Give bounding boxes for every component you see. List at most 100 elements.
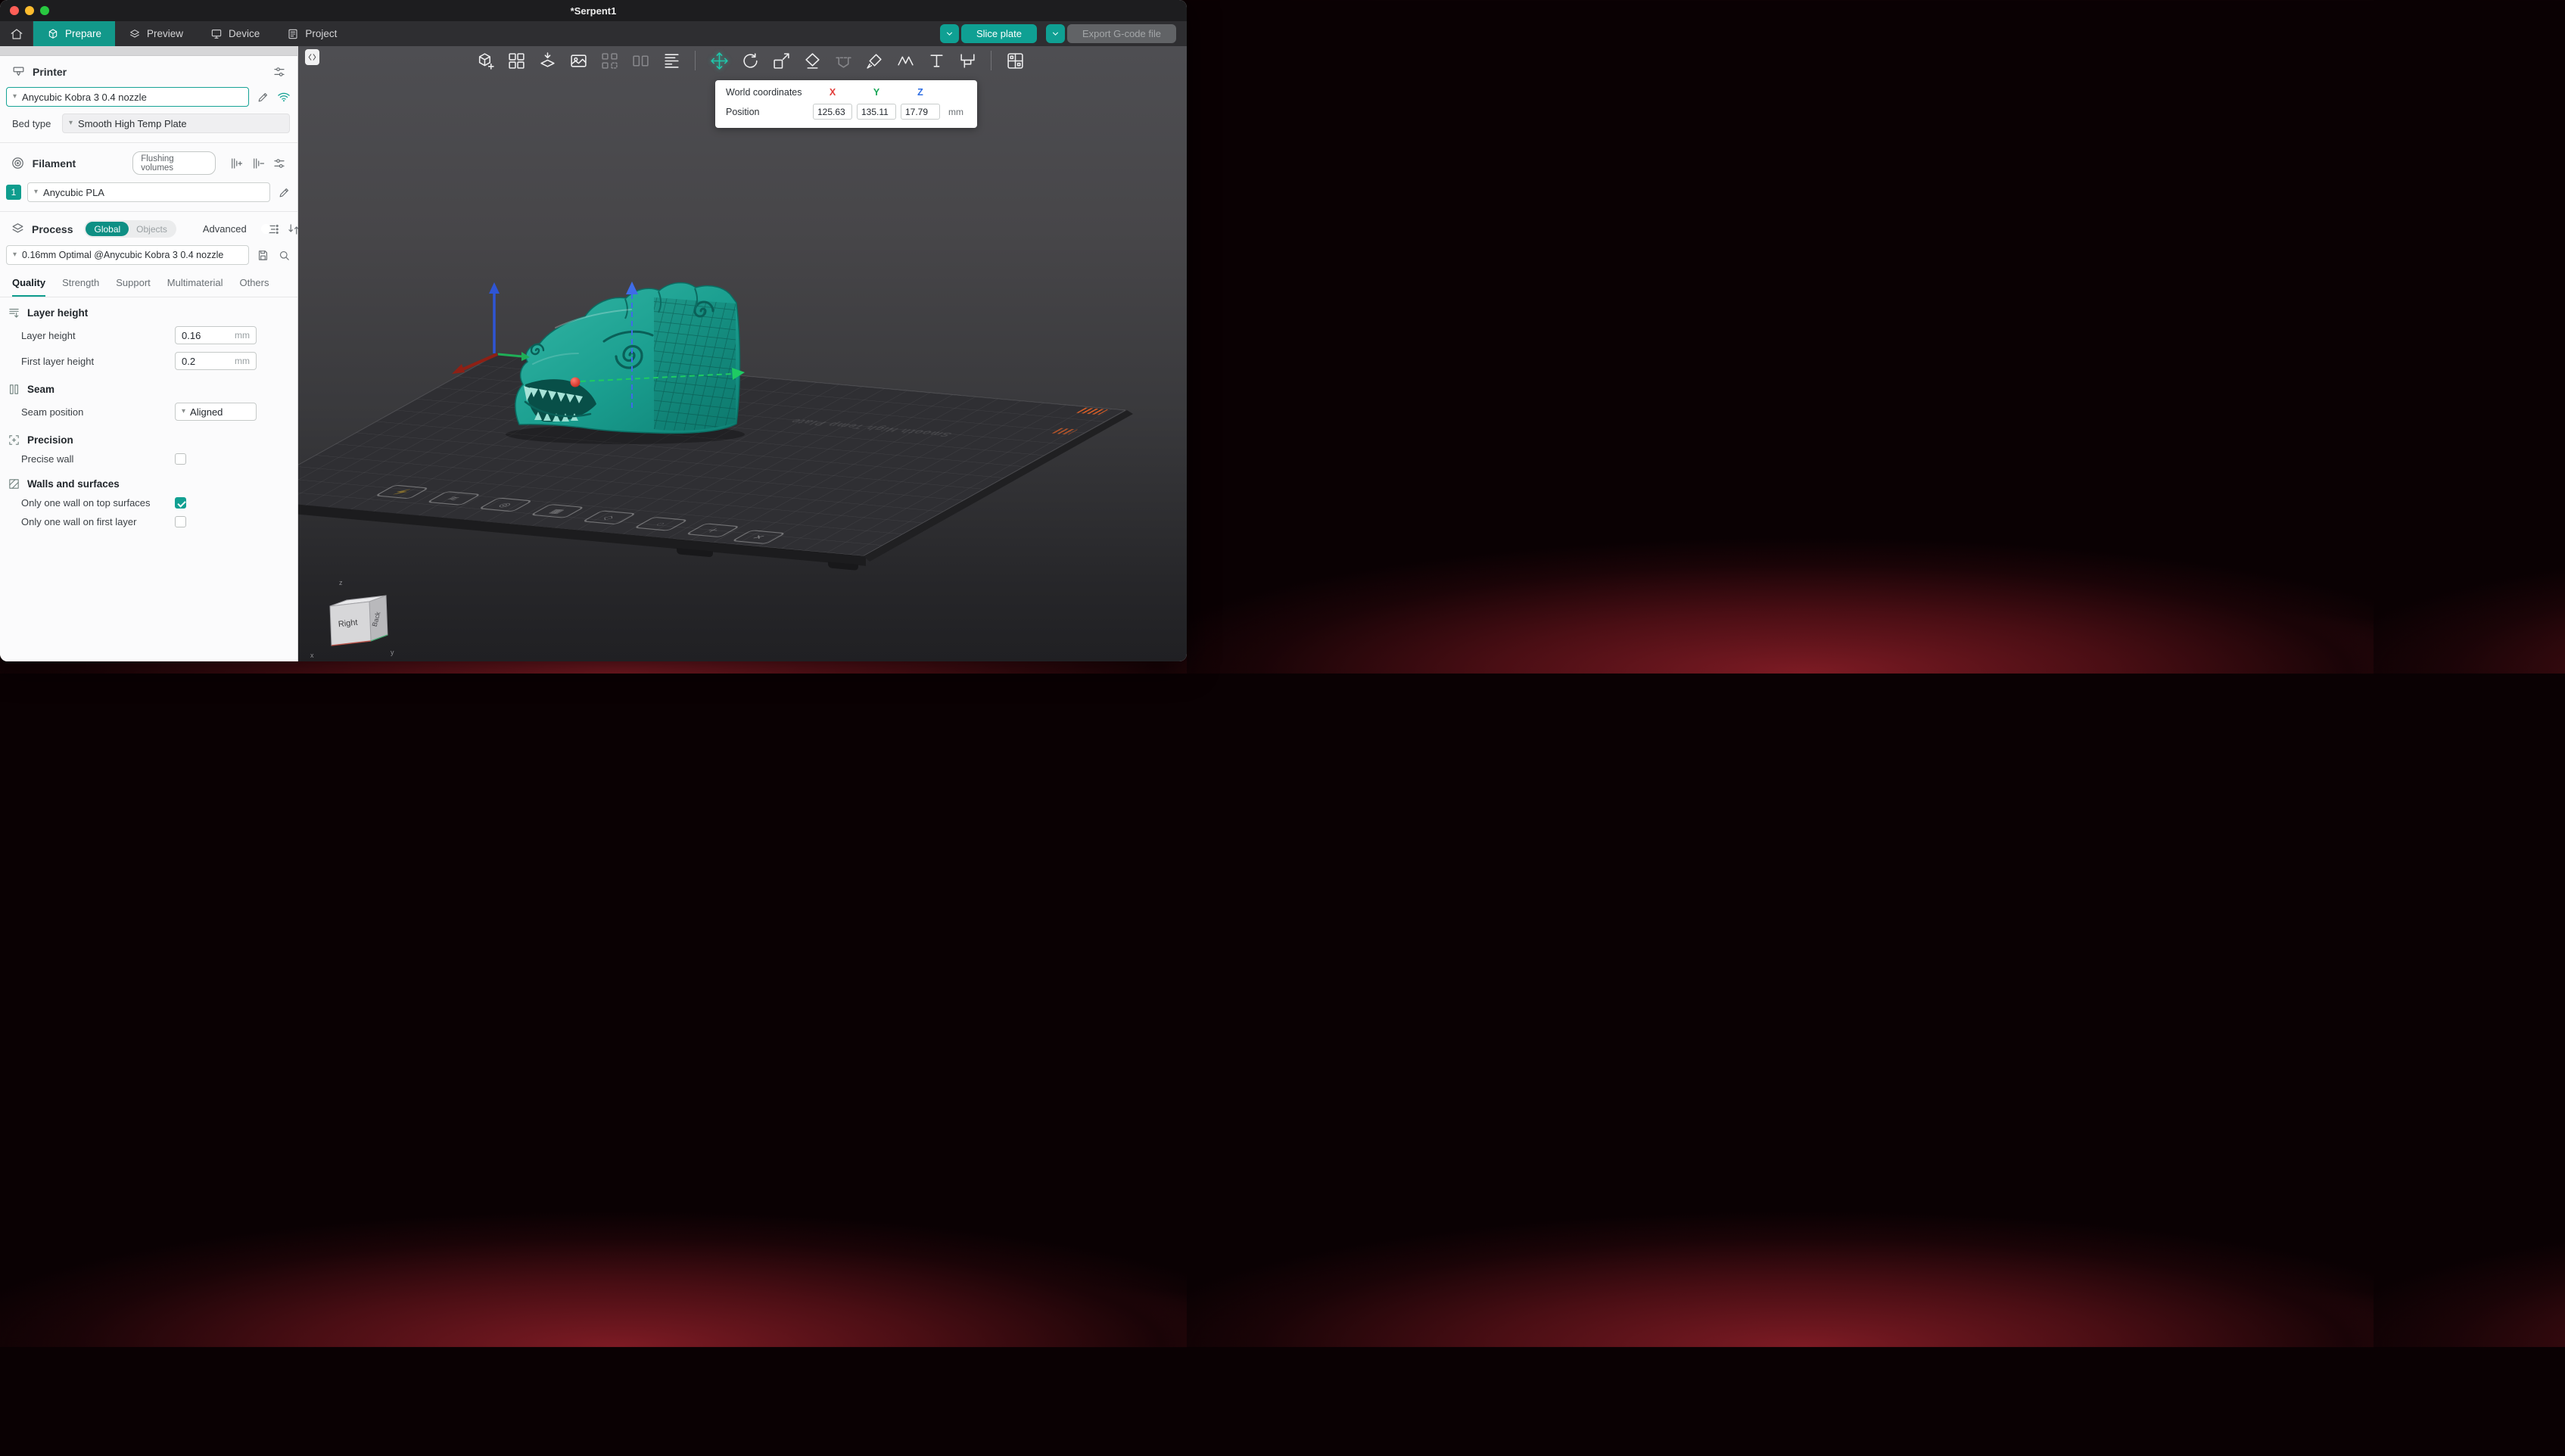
setting-row: Precise wall: [0, 450, 297, 468]
layer-height-icon: [8, 306, 20, 319]
bed-type-select[interactable]: ▾ Smooth High Temp Plate: [62, 114, 290, 133]
seam-icon: [8, 383, 20, 396]
split-plate-icon[interactable]: [630, 51, 650, 70]
zoom-button[interactable]: [40, 6, 49, 15]
setting-row: Only one wall on top surfaces: [0, 493, 297, 512]
add-filament-icon[interactable]: [229, 156, 244, 171]
chevron-down-icon: ▾: [182, 408, 185, 415]
plate-watermark: Smooth High Temp Plate: [786, 417, 956, 437]
tab-quality[interactable]: Quality: [12, 277, 45, 297]
support-paint-icon[interactable]: [864, 51, 884, 70]
setting-row: Seam position ▾Aligned: [0, 399, 297, 425]
wave-stamp: ≋: [426, 491, 481, 506]
close-button[interactable]: [10, 6, 19, 15]
lay-on-face-icon[interactable]: [802, 51, 822, 70]
one-wall-first-layer-checkbox[interactable]: [175, 516, 186, 527]
add-object-icon[interactable]: [475, 51, 495, 70]
edit-printer-icon[interactable]: [255, 89, 270, 104]
export-gcode-button[interactable]: Export G-code file: [1067, 24, 1176, 43]
cut-tool-icon[interactable]: [833, 51, 853, 70]
scale-tool-icon[interactable]: [771, 51, 791, 70]
one-wall-top-checkbox[interactable]: [175, 497, 186, 509]
axis-x-label: X: [811, 87, 854, 98]
position-x-input[interactable]: [813, 104, 852, 120]
remove-filament-icon[interactable]: [251, 156, 266, 171]
diamond-stamp: ◇: [582, 510, 637, 524]
wifi-icon[interactable]: [276, 89, 291, 104]
assembly-view-icon[interactable]: [1005, 51, 1025, 70]
window-title: *Serpent1: [571, 5, 617, 17]
walls-surfaces-icon: [8, 478, 20, 490]
slice-dropdown-button[interactable]: [940, 24, 959, 43]
search-settings-icon[interactable]: [276, 247, 291, 263]
process-scope-segment: Global Objects: [84, 220, 176, 238]
group-title: Seam: [27, 384, 54, 395]
tab-prepare[interactable]: Prepare: [33, 21, 115, 46]
layer-height-input[interactable]: [182, 330, 225, 341]
x-stamp: ✕: [731, 530, 786, 544]
tab-preview[interactable]: Preview: [115, 21, 197, 46]
printer-section-title: Printer: [33, 66, 67, 78]
export-dropdown-button[interactable]: [1046, 24, 1065, 43]
tab-multimaterial[interactable]: Multimaterial: [167, 277, 223, 297]
filament-slot-badge: 1: [6, 185, 21, 200]
setting-row: First layer height mm: [0, 348, 297, 374]
filament-select[interactable]: ▾ Anycubic PLA: [27, 182, 270, 202]
fill-plate-icon[interactable]: [599, 51, 619, 70]
move-tool-icon[interactable]: [709, 51, 729, 70]
position-y-input[interactable]: [857, 104, 896, 120]
purge-lines: [1052, 428, 1078, 435]
cube-axis-z: z: [339, 579, 343, 586]
variable-layer-height-icon[interactable]: [661, 51, 681, 70]
measure-tool-icon[interactable]: [957, 51, 977, 70]
process-layers-icon: [11, 222, 25, 237]
slice-plate-button[interactable]: Slice plate: [961, 24, 1037, 43]
cube-axis-x: x: [310, 652, 314, 659]
precise-wall-checkbox[interactable]: [175, 453, 186, 465]
tab-others[interactable]: Others: [239, 277, 269, 297]
sidebar-top-strip: [0, 46, 297, 56]
toolbar-separator: [695, 51, 696, 70]
viewport-3d[interactable]: World coordinates X Y Z Position mm ⚡ ≋ …: [298, 46, 1187, 661]
flushing-volumes-button[interactable]: Flushing volumes: [132, 151, 216, 175]
seam-paint-icon[interactable]: [895, 51, 915, 70]
tab-project[interactable]: Project: [273, 21, 350, 46]
unit-label: mm: [942, 107, 967, 117]
tab-device[interactable]: Device: [197, 21, 273, 46]
first-layer-height-input[interactable]: [182, 356, 225, 367]
segment-global[interactable]: Global: [86, 222, 129, 236]
minimize-button[interactable]: [25, 6, 34, 15]
tab-support[interactable]: Support: [116, 277, 151, 297]
lightning-stamp: ⚡: [375, 484, 430, 499]
segment-objects[interactable]: Objects: [129, 222, 175, 236]
filament-settings-icon[interactable]: [272, 156, 287, 171]
axis-y-label: Y: [854, 87, 898, 98]
printer-select[interactable]: ▾ Anycubic Kobra 3 0.4 nozzle: [6, 87, 249, 107]
slice-group: Slice plate: [940, 24, 1037, 43]
rotate-tool-icon[interactable]: [740, 51, 760, 70]
save-preset-icon[interactable]: [255, 247, 270, 263]
sidebar-collapse-handle[interactable]: [305, 49, 319, 65]
home-button[interactable]: [0, 21, 33, 46]
traffic-lights: [10, 6, 49, 15]
add-image-icon[interactable]: [568, 51, 588, 70]
text-tool-icon[interactable]: [926, 51, 946, 70]
edit-filament-icon[interactable]: [276, 185, 291, 200]
cross-stamp: ＋: [685, 523, 740, 537]
process-preset-select[interactable]: ▾ 0.16mm Optimal @Anycubic Kobra 3 0.4 n…: [6, 245, 249, 265]
tab-strength[interactable]: Strength: [62, 277, 99, 297]
scene-overlay: [298, 46, 1187, 661]
chevron-down-icon: ▾: [13, 93, 17, 101]
position-z-input[interactable]: [901, 104, 940, 120]
printer-settings-icon[interactable]: [272, 64, 287, 79]
chevron-down-icon: [1051, 29, 1060, 39]
purge-lines: [1076, 408, 1108, 415]
navigation-cube[interactable]: Right Back z x y: [306, 576, 397, 661]
arrange-icon[interactable]: [506, 51, 526, 70]
titlebar: *Serpent1: [0, 0, 1187, 21]
seam-position-select[interactable]: ▾Aligned: [175, 403, 257, 421]
auto-orient-icon[interactable]: [537, 51, 557, 70]
gizmo-z-arrow[interactable]: [626, 282, 638, 294]
prepare-cube-icon: [47, 28, 59, 40]
nav-actions: Slice plate Export G-code file: [940, 21, 1187, 46]
